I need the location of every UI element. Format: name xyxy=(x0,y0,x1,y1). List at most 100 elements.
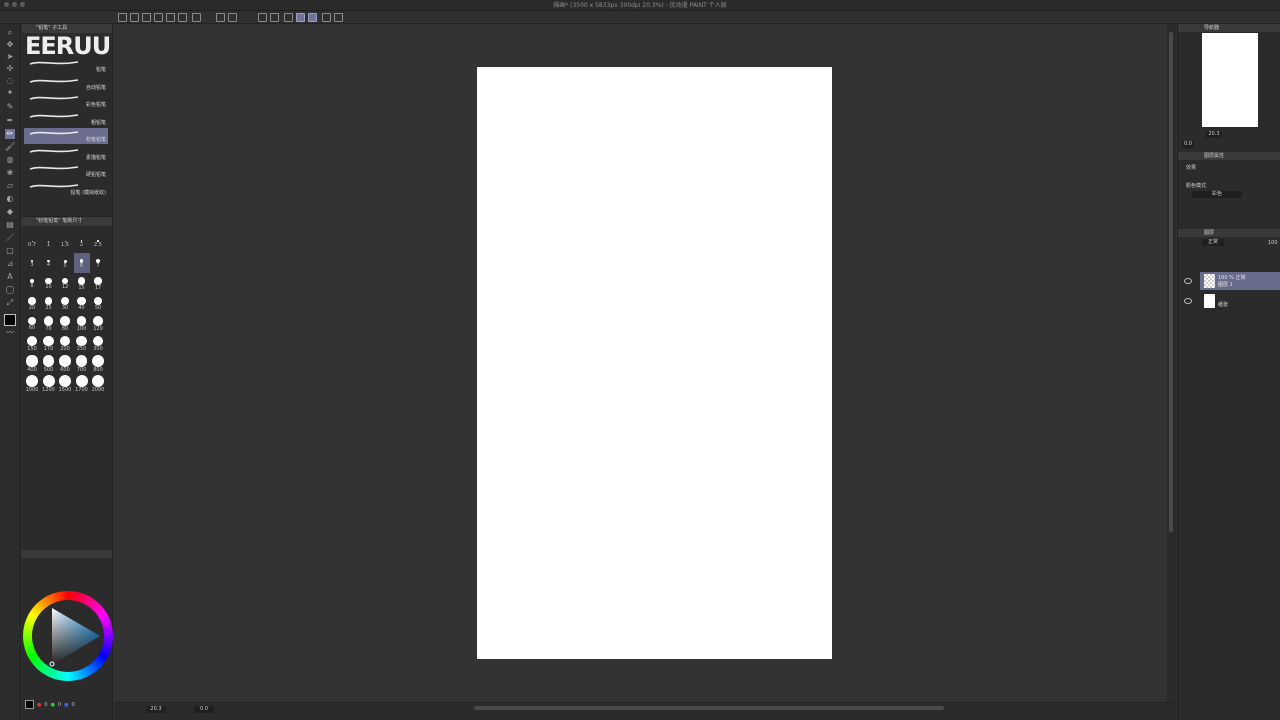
balloon-tool-icon[interactable]: ◯ xyxy=(5,285,15,295)
operation-tool-icon[interactable]: ➤ xyxy=(5,52,15,62)
brush-size-cell[interactable]: 5 xyxy=(57,253,73,273)
brush-size-cell[interactable]: 25 xyxy=(41,293,57,313)
brush-size-cell[interactable]: 80 xyxy=(57,313,73,333)
eyedropper-icon[interactable]: ✎ xyxy=(5,102,15,112)
stroke-icon[interactable]: 〰 xyxy=(5,328,15,338)
vertical-scrollbar[interactable] xyxy=(1167,24,1176,702)
brush-size-cell[interactable]: 500 xyxy=(41,353,57,373)
brush-size-cell[interactable]: 1000 xyxy=(24,373,40,393)
brush-item[interactable]: 粉笔铅笔 xyxy=(24,128,108,144)
brush-size-cell[interactable]: 17 xyxy=(90,273,106,293)
magic-wand-icon[interactable]: ✦ xyxy=(5,88,15,98)
snap-ruler-icon[interactable] xyxy=(296,13,305,22)
brush-size-cell[interactable]: 700 xyxy=(74,353,90,373)
brush-size-cell[interactable]: 120 xyxy=(90,313,106,333)
blend-tool-icon[interactable]: ◐ xyxy=(5,194,15,204)
hand-tool-icon[interactable]: ✥ xyxy=(5,40,15,50)
pencil-tool-icon[interactable]: ✏ xyxy=(5,129,15,139)
brush-size-cell[interactable]: 12 xyxy=(57,273,73,293)
saturation-value-triangle[interactable] xyxy=(40,604,102,668)
brush-size-cell[interactable]: 7 xyxy=(90,253,106,273)
brush-size-cell[interactable]: 250 xyxy=(74,333,90,353)
brush-size-cell[interactable]: 60 xyxy=(24,313,40,333)
new-file-icon[interactable] xyxy=(118,13,127,22)
brush-size-cell[interactable]: 50 xyxy=(90,293,106,313)
redo-icon[interactable] xyxy=(178,13,187,22)
brush-size-cell[interactable]: 200 xyxy=(57,333,73,353)
print-icon[interactable] xyxy=(154,13,163,22)
snap-special-ruler-icon[interactable] xyxy=(322,13,331,22)
brush-item[interactable]: 素描铅笔 xyxy=(24,146,108,162)
brush-size-cell[interactable]: 1 xyxy=(41,233,57,253)
navigator-zoom-field[interactable]: 20.3 xyxy=(1206,131,1222,138)
brush-size-cell[interactable]: 8 xyxy=(24,273,40,293)
brush-size-cell[interactable]: 400 xyxy=(24,353,40,373)
rotation-field[interactable]: 0.0 xyxy=(194,706,214,713)
lasso-icon[interactable]: ◌ xyxy=(5,76,15,86)
settings-icon[interactable] xyxy=(192,13,201,22)
brush-size-cell[interactable]: 1.5 xyxy=(57,233,73,253)
brush-size-cell[interactable]: 150 xyxy=(24,333,40,353)
vertical-scroll-thumb[interactable] xyxy=(1169,32,1173,532)
brush-size-cell[interactable]: 1700 xyxy=(74,373,90,393)
eraser-icon[interactable] xyxy=(216,13,225,22)
zoom-field[interactable]: 20.3 xyxy=(146,706,166,713)
brush-item[interactable]: 铅笔 (模拟纸纹) xyxy=(24,181,108,197)
fill-tool-icon[interactable]: ◆ xyxy=(5,207,15,217)
opacity-value[interactable]: 100 xyxy=(1268,240,1278,246)
brush-size-cell[interactable]: 2 xyxy=(74,233,90,253)
hue-ring[interactable] xyxy=(23,591,113,681)
pen-tool-icon[interactable]: ✒ xyxy=(5,116,15,126)
text-tool-icon[interactable]: A xyxy=(5,272,15,282)
save-icon[interactable] xyxy=(142,13,151,22)
decoration-icon[interactable]: ❀ xyxy=(5,168,15,178)
brush-size-cell[interactable]: 3 xyxy=(24,253,40,273)
brush-size-cell[interactable]: 1200 xyxy=(41,373,57,393)
brush-size-cell[interactable]: 0.7 xyxy=(24,233,40,253)
brush-size-cell[interactable]: 15 xyxy=(74,273,90,293)
grid-icon[interactable] xyxy=(334,13,343,22)
brush-size-cell[interactable]: 800 xyxy=(90,353,106,373)
fill-icon[interactable] xyxy=(270,13,279,22)
ruler-icon[interactable] xyxy=(284,13,293,22)
figure-tool-icon[interactable]: ／ xyxy=(5,233,15,243)
brush-size-cell[interactable]: 300 xyxy=(90,333,106,353)
transform-icon[interactable] xyxy=(228,13,237,22)
layer-visibility-icon[interactable] xyxy=(1184,278,1192,284)
brush-size-cell[interactable]: 2.5 xyxy=(90,233,106,253)
move-layer-icon[interactable]: ✣ xyxy=(5,64,15,74)
layer-row[interactable]: 纸张 xyxy=(1200,292,1280,310)
brush-size-cell[interactable]: 20 xyxy=(24,293,40,313)
zoom-tool-icon[interactable]: ⌕ xyxy=(5,28,15,38)
brush-item[interactable]: 硬铅铅笔 xyxy=(24,163,108,179)
brush-item[interactable]: 粗铅笔 xyxy=(24,111,108,127)
brush-size-cell[interactable]: 2000 xyxy=(90,373,106,393)
undo-icon[interactable] xyxy=(166,13,175,22)
brush-size-cell[interactable]: 4 xyxy=(41,253,57,273)
brush-size-cell[interactable]: 70 xyxy=(41,313,57,333)
snap-grid-icon[interactable] xyxy=(308,13,317,22)
color-mode-select[interactable]: 彩色 xyxy=(1192,191,1242,198)
layer-visibility-icon[interactable] xyxy=(1184,298,1192,304)
brush-size-cell[interactable]: 10 xyxy=(41,273,57,293)
navigator-rotation-field[interactable]: 0.0 xyxy=(1182,141,1194,148)
canvas-sheet[interactable] xyxy=(477,67,832,659)
navigator-preview[interactable] xyxy=(1202,33,1258,127)
blend-mode-select[interactable]: 正常 xyxy=(1202,239,1224,246)
airbrush-icon[interactable]: ◍ xyxy=(5,155,15,165)
correct-line-icon[interactable]: ⤢ xyxy=(5,298,15,308)
ruler-tool-icon[interactable]: ⊿ xyxy=(5,259,15,269)
brush-item[interactable]: 自动铅笔 xyxy=(24,76,108,92)
brush-size-cell[interactable]: 1500 xyxy=(57,373,73,393)
brush-size-cell[interactable]: 30 xyxy=(57,293,73,313)
main-color-chip[interactable] xyxy=(4,314,16,326)
brush-tool-icon[interactable]: 🖌 xyxy=(5,142,15,152)
gradient-icon[interactable]: ▤ xyxy=(5,220,15,230)
brush-size-cell[interactable]: 600 xyxy=(57,353,73,373)
main-color-swatch[interactable] xyxy=(25,700,34,709)
brush-size-cell[interactable]: 40 xyxy=(74,293,90,313)
horizontal-scrollbar[interactable] xyxy=(474,706,944,710)
layer-row[interactable]: 100 % 正常 图层 1 xyxy=(1200,272,1280,290)
brush-size-cell[interactable]: 6 xyxy=(73,253,90,273)
eraser-tool-icon[interactable]: ▱ xyxy=(5,181,15,191)
